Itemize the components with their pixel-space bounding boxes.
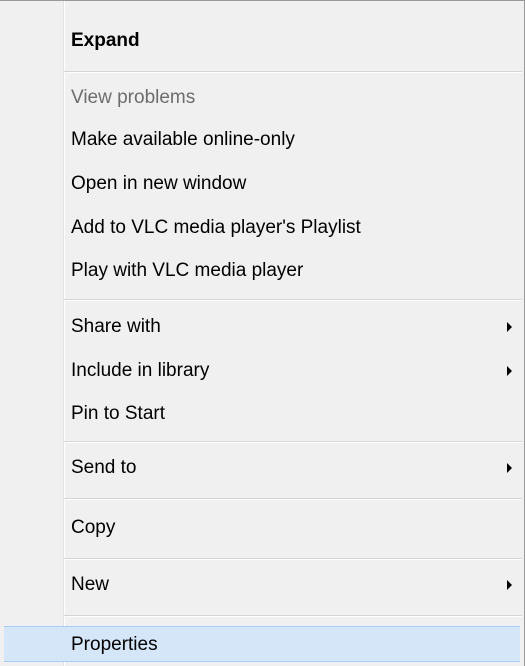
submenu-arrow-icon (507, 463, 512, 473)
menu-separator (64, 441, 522, 443)
menu-item-label: Share with (71, 316, 161, 337)
menu-item-view-problems: View problems (71, 87, 196, 108)
menu-item-open-in-new-window[interactable]: Open in new window (0, 166, 524, 202)
menu-item-include-in-library[interactable]: Include in library (0, 353, 524, 389)
menu-separator (64, 71, 522, 73)
submenu-arrow-icon (507, 580, 512, 590)
menu-item-make-available-online-only[interactable]: Make available online-only (0, 122, 524, 158)
menu-item-send-to[interactable]: Send to (0, 450, 524, 486)
submenu-arrow-icon (507, 322, 512, 332)
menu-item-label: Include in library (71, 360, 210, 381)
menu-item-new[interactable]: New (0, 567, 524, 603)
menu-separator (64, 615, 522, 617)
context-menu: Expand View problems Make available onli… (0, 0, 525, 666)
menu-item-copy[interactable]: Copy (0, 510, 524, 546)
menu-separator (64, 558, 522, 560)
menu-item-play-with-vlc[interactable]: Play with VLC media player (0, 253, 524, 289)
menu-item-share-with[interactable]: Share with (0, 309, 524, 345)
menu-separator (64, 498, 522, 500)
menu-item-properties[interactable]: Properties (4, 626, 520, 662)
menu-item-label: New (71, 574, 110, 595)
submenu-arrow-icon (507, 366, 512, 376)
menu-item-expand[interactable]: Expand (0, 23, 524, 59)
menu-item-label: Send to (71, 457, 137, 478)
menu-item-pin-to-start[interactable]: Pin to Start (0, 396, 524, 432)
menu-item-add-to-vlc-playlist[interactable]: Add to VLC media player's Playlist (0, 210, 524, 246)
menu-separator (64, 299, 522, 301)
